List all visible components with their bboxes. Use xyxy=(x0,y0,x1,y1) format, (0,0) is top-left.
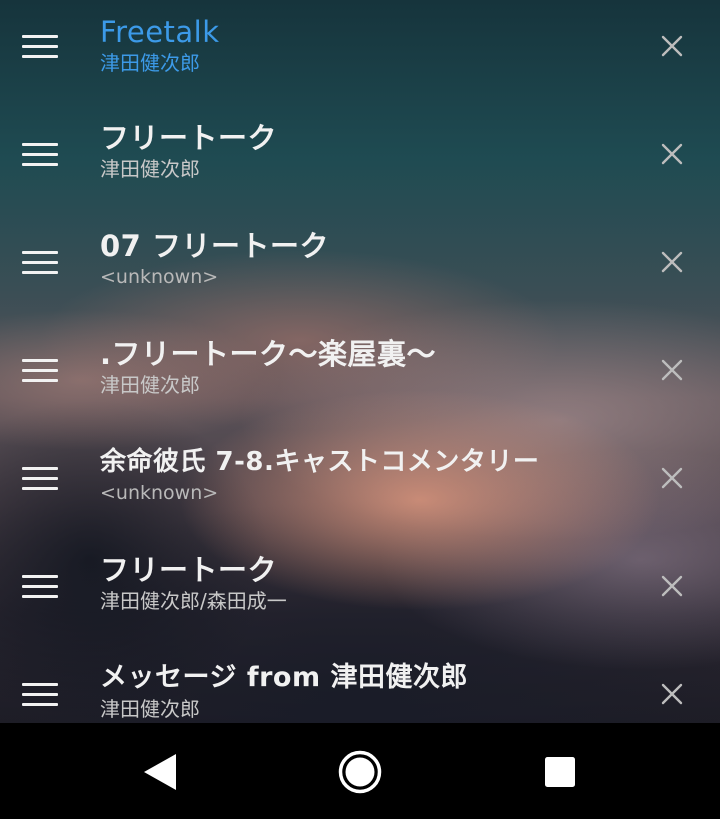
track-artist: 津田健次郎 xyxy=(100,51,200,75)
playlist-item[interactable]: 07 フリートーク <unknown> xyxy=(0,216,720,324)
back-triangle-icon[interactable] xyxy=(136,749,182,795)
close-icon[interactable] xyxy=(660,682,684,706)
drag-handle-icon[interactable] xyxy=(22,683,58,707)
close-icon[interactable] xyxy=(660,250,684,274)
drag-handle-icon[interactable] xyxy=(22,575,58,599)
close-icon[interactable] xyxy=(660,358,684,382)
close-icon[interactable] xyxy=(660,34,684,58)
playlist-item[interactable]: メッセージ from 津田健次郎 津田健次郎 xyxy=(0,648,720,723)
home-circle-icon[interactable] xyxy=(337,749,383,795)
track-artist: 津田健次郎 xyxy=(100,697,200,721)
drag-handle-icon[interactable] xyxy=(22,359,58,383)
playlist-item[interactable]: フリートーク 津田健次郎/森田成一 xyxy=(0,540,720,648)
playlist-item[interactable]: 余命彼氏 7-8.キャストコメンタリー <unknown> xyxy=(0,432,720,540)
track-title: Freetalk xyxy=(100,15,220,49)
track-artist: 津田健次郎 xyxy=(100,157,200,181)
track-artist: 津田健次郎 xyxy=(100,373,200,397)
playlist-item[interactable]: .フリートーク～楽屋裏～ 津田健次郎 xyxy=(0,324,720,432)
close-icon[interactable] xyxy=(660,574,684,598)
recents-square-icon[interactable] xyxy=(537,749,583,795)
track-title: フリートーク xyxy=(100,553,278,587)
close-icon[interactable] xyxy=(660,142,684,166)
drag-handle-icon[interactable] xyxy=(22,143,58,167)
track-artist: <unknown> xyxy=(100,266,219,288)
close-icon[interactable] xyxy=(660,466,684,490)
media-playlist-screen: Freetalk 津田健次郎 フリートーク 津田健次郎 07 フリートーク <u… xyxy=(0,0,720,819)
track-title: メッセージ from 津田健次郎 xyxy=(100,662,469,693)
track-title: フリートーク xyxy=(100,121,278,155)
track-title: .フリートーク～楽屋裏～ xyxy=(100,337,437,371)
track-artist: <unknown> xyxy=(100,482,219,504)
track-artist: 津田健次郎/森田成一 xyxy=(100,589,287,613)
drag-handle-icon[interactable] xyxy=(22,251,58,275)
track-title: 07 フリートーク xyxy=(100,229,329,263)
playlist: Freetalk 津田健次郎 フリートーク 津田健次郎 07 フリートーク <u… xyxy=(0,0,720,723)
playlist-item[interactable]: Freetalk 津田健次郎 xyxy=(0,0,720,108)
system-navigation-bar xyxy=(0,723,720,819)
track-title: 余命彼氏 7-8.キャストコメンタリー xyxy=(100,447,540,477)
drag-handle-icon[interactable] xyxy=(22,467,58,491)
playlist-item[interactable]: フリートーク 津田健次郎 xyxy=(0,108,720,216)
drag-handle-icon[interactable] xyxy=(22,35,58,59)
